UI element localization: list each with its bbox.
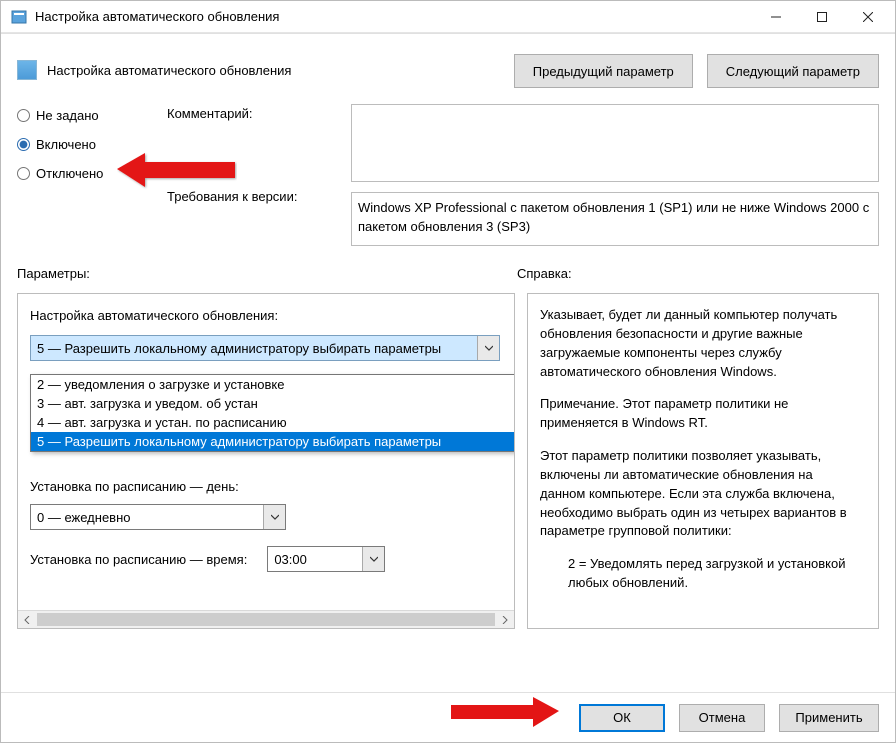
dialog-footer: ОК Отмена Применить [1, 692, 895, 742]
config-update-label: Настройка автоматического обновления: [30, 308, 502, 323]
help-paragraph: Примечание. Этот параметр политики не пр… [540, 395, 858, 433]
help-label: Справка: [517, 266, 879, 281]
radio-disabled-input[interactable] [17, 167, 30, 180]
schedule-time-label: Установка по расписанию — время: [30, 552, 247, 567]
policy-icon [17, 60, 37, 80]
previous-setting-button[interactable]: Предыдущий параметр [514, 54, 693, 88]
config-update-combo[interactable]: 5 — Разрешить локальному администратору … [30, 335, 500, 361]
chevron-down-icon[interactable] [477, 336, 499, 360]
next-setting-button[interactable]: Следующий параметр [707, 54, 879, 88]
radio-not-configured[interactable]: Не задано [17, 108, 147, 123]
radio-enabled[interactable]: Включено [17, 137, 147, 152]
help-paragraph: Указывает, будет ли данный компьютер пол… [540, 306, 858, 381]
dropdown-option[interactable]: 2 — уведомления о загрузке и установке [31, 375, 515, 394]
policy-top-section: Не задано Включено Отключено Комментарий… [1, 98, 895, 252]
radio-disabled-label: Отключено [36, 166, 103, 181]
state-radios: Не задано Включено Отключено [17, 104, 147, 246]
close-button[interactable] [845, 2, 891, 32]
parameters-panel: Настройка автоматического обновления: 5 … [17, 293, 515, 629]
comment-textbox[interactable] [351, 104, 879, 182]
help-panel[interactable]: Указывает, будет ли данный компьютер пол… [527, 293, 879, 629]
schedule-day-label: Установка по расписанию — день: [30, 479, 502, 494]
requirements-textbox: Windows XP Professional с пакетом обновл… [351, 192, 879, 246]
maximize-button[interactable] [799, 2, 845, 32]
ok-button[interactable]: ОК [579, 704, 665, 732]
titlebar: Настройка автоматического обновления [1, 1, 895, 33]
radio-disabled[interactable]: Отключено [17, 166, 147, 181]
schedule-day-combo[interactable]: 0 — ежедневно [30, 504, 286, 530]
window-controls [753, 2, 891, 32]
minimize-button[interactable] [753, 2, 799, 32]
window-title: Настройка автоматического обновления [35, 9, 753, 24]
chevron-down-icon[interactable] [263, 505, 285, 529]
cancel-button[interactable]: Отмена [679, 704, 765, 732]
parameters-label: Параметры: [17, 266, 517, 281]
body-row: Настройка автоматического обновления: 5 … [1, 285, 895, 629]
dropdown-option-selected[interactable]: 5 — Разрешить локальному администратору … [31, 432, 515, 451]
requirements-label: Требования к версии: [167, 189, 331, 204]
apply-button[interactable]: Применить [779, 704, 879, 732]
scroll-right-button[interactable] [496, 611, 514, 628]
comment-label: Комментарий: [167, 106, 331, 121]
config-update-combo-value: 5 — Разрешить локальному администратору … [31, 336, 499, 360]
policy-title: Настройка автоматического обновления [47, 63, 291, 78]
radio-enabled-label: Включено [36, 137, 96, 152]
radio-not-configured-input[interactable] [17, 109, 30, 122]
header: Настройка автоматического обновления Пре… [1, 33, 895, 98]
horizontal-scrollbar[interactable] [18, 610, 514, 628]
schedule-day-value: 0 — ежедневно [31, 505, 285, 529]
schedule-time-combo[interactable]: 03:00 [267, 546, 385, 572]
dropdown-option[interactable]: 3 — авт. загрузка и уведом. об устан [31, 394, 515, 413]
dropdown-option[interactable]: 4 — авт. загрузка и устан. по расписанию [31, 413, 515, 432]
radio-enabled-input[interactable] [17, 138, 30, 151]
scroll-left-button[interactable] [18, 611, 36, 628]
chevron-down-icon[interactable] [362, 547, 384, 571]
help-paragraph: 2 = Уведомлять перед загрузкой и установ… [568, 555, 858, 593]
app-icon [11, 9, 27, 25]
help-paragraph: Этот параметр политики позволяет указыва… [540, 447, 858, 541]
radio-not-configured-label: Не задано [36, 108, 99, 123]
scroll-thumb[interactable] [37, 613, 495, 626]
section-labels: Параметры: Справка: [1, 252, 895, 285]
config-update-dropdown[interactable]: 2 — уведомления о загрузке и установке 3… [30, 374, 515, 452]
